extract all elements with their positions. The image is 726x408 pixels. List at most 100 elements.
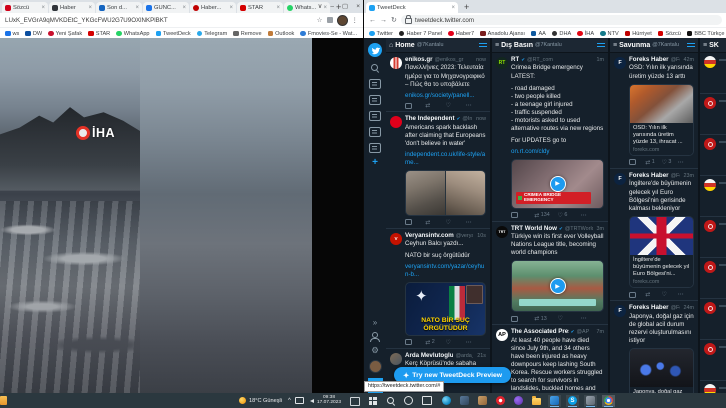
network-icon[interactable]	[295, 397, 304, 404]
tweet[interactable]	[700, 135, 726, 176]
tweet-media[interactable]	[405, 170, 486, 216]
play-icon[interactable]: ▶	[550, 176, 566, 192]
more-icon[interactable]: ⋯	[581, 212, 604, 219]
bookmark-item[interactable]: AA	[531, 31, 546, 37]
like-icon[interactable]: ♡	[446, 102, 466, 109]
column-shortcut-icon[interactable]	[369, 95, 381, 105]
like-icon[interactable]: ♡6	[558, 212, 581, 219]
tweet[interactable]: enikos.gr @enikos_gr now Πανελλήνιες 202…	[386, 53, 490, 112]
bookmark-item[interactable]: Haber7	[448, 31, 474, 37]
link-card[interactable]: İngiltere'de büyümenin gelecek yıl Euro …	[629, 216, 694, 288]
reply-icon[interactable]	[629, 292, 645, 298]
bookmark-item[interactable]: Telegram	[197, 31, 228, 37]
tweet-link[interactable]: enikos.gr/society/panell...	[405, 92, 486, 100]
bookmark-item[interactable]: TweetDeck	[156, 31, 191, 37]
taskbar-search-icon[interactable]	[384, 395, 397, 407]
paint-app-icon[interactable]	[548, 395, 561, 407]
reply-icon[interactable]	[405, 339, 425, 345]
tweet-author[interactable]: The Associated Press	[511, 328, 569, 335]
tweet[interactable]: V Veryansintv.com @veryansin... 10s Ceyh…	[386, 229, 490, 349]
column-settings-icon[interactable]	[597, 42, 605, 48]
retweet-icon[interactable]: ⇄	[425, 102, 445, 109]
retweet-icon[interactable]: ⇄2	[425, 339, 445, 346]
tweet[interactable]	[700, 53, 726, 94]
tweet[interactable]	[700, 340, 726, 381]
more-icon[interactable]: ⋯	[466, 219, 486, 226]
gear-icon[interactable]: ⚙	[371, 346, 379, 355]
video-player[interactable]: İHA	[0, 38, 312, 393]
bookmark-item[interactable]: Remove	[233, 31, 261, 37]
bookmark-star-icon[interactable]: ☆	[317, 16, 323, 24]
chrome-icon[interactable]	[602, 395, 615, 407]
user-avatar[interactable]	[369, 360, 382, 373]
tweet[interactable]	[700, 217, 726, 258]
tweet[interactable]	[700, 176, 726, 217]
opera-icon[interactable]	[494, 395, 507, 407]
bookmark-item[interactable]: Hürriyet	[625, 31, 652, 37]
start-button[interactable]	[366, 395, 379, 407]
action-center-icon[interactable]	[350, 397, 360, 406]
tweet[interactable]: F Foreks Haber @ForeksTurkey 24m Japonya…	[610, 301, 698, 393]
bookmark-item[interactable]: ws	[5, 31, 19, 37]
tweet[interactable]: RT RT ✔ @RT_com 1m Crimea Bridge emergen…	[492, 53, 608, 222]
tweet-video[interactable]: ▶ CRIMEA BRIDGE EMERGENCY	[511, 159, 604, 209]
hidden-icons-chevron[interactable]: ^	[288, 398, 291, 404]
retweet-icon[interactable]: ⇄134	[534, 212, 557, 219]
play-icon[interactable]: ▶	[550, 278, 566, 294]
tweet[interactable]: F Foreks Haber @ForeksTurkey 23m İngilte…	[610, 169, 698, 301]
tab-close-icon[interactable]: ×	[451, 5, 455, 11]
bookmark-item[interactable]: Twitter	[369, 31, 393, 37]
back-icon[interactable]: ←	[369, 17, 376, 24]
tab-close-icon[interactable]: ×	[182, 5, 186, 11]
address-bar[interactable]: tweetdeck.twitter.com	[401, 15, 722, 25]
weather-widget[interactable]: 18°C Güneşli	[239, 393, 282, 408]
reply-icon[interactable]	[629, 159, 645, 165]
tweet[interactable]	[700, 94, 726, 135]
tweet-media[interactable]: ✦ NATO BİR SUÇ ÖRGÜTÜDÜR	[405, 282, 486, 336]
tab-guncel[interactable]: GÜNC...×	[143, 2, 189, 13]
link-card[interactable]: OSD: Yılın ilk yarısında üretim yüzde 13…	[629, 84, 694, 156]
tab-close-icon[interactable]: ×	[229, 5, 233, 11]
like-icon[interactable]: ♡	[446, 339, 466, 346]
accounts-icon[interactable]	[370, 332, 380, 341]
tab-list-dropdown-icon[interactable]: ∨	[318, 2, 323, 10]
minimize-button[interactable]: –	[330, 3, 334, 10]
volume-icon[interactable]	[308, 399, 314, 403]
more-icon[interactable]: ⋯	[466, 102, 486, 109]
bookmark-item[interactable]: NTV	[600, 31, 619, 37]
tab-sondakika[interactable]: Son d...×	[96, 2, 142, 13]
retweet-icon[interactable]: ⇄	[425, 219, 445, 226]
bookmark-item[interactable]: DHA	[552, 31, 571, 37]
column-shortcut-icon[interactable]	[369, 127, 381, 137]
column-header[interactable]: ≡ SK	[700, 38, 726, 53]
tab-close-icon[interactable]: ×	[88, 5, 92, 11]
profile-avatar[interactable]	[337, 15, 348, 26]
reply-icon[interactable]	[405, 103, 425, 109]
more-icon[interactable]: ⋯	[678, 291, 694, 298]
tweet-author[interactable]: Foreks Haber	[629, 56, 669, 63]
tab-haber[interactable]: Haber×	[49, 2, 95, 13]
app-icon-purple[interactable]	[512, 395, 525, 407]
tab-star[interactable]: STAR×	[237, 2, 283, 13]
edge-icon[interactable]	[440, 395, 453, 407]
tweet-author[interactable]: Veryansintv.com	[405, 232, 454, 239]
column-settings-icon[interactable]	[479, 42, 487, 48]
like-icon[interactable]: ♡	[558, 315, 581, 322]
tweet-video[interactable]: ▶	[511, 260, 604, 312]
forward-icon[interactable]: →	[380, 17, 387, 24]
bookmark-item[interactable]: Outlook	[268, 31, 295, 37]
bookmark-item[interactable]: WhatsApp	[116, 31, 149, 37]
reply-icon[interactable]	[511, 316, 534, 322]
tab-sozcu[interactable]: Sözcü×	[2, 2, 48, 13]
cortana-icon[interactable]	[402, 395, 415, 407]
more-icon[interactable]: ⋯	[581, 315, 604, 322]
word-icon[interactable]	[584, 395, 597, 407]
browser-menu-icon[interactable]: ⋮	[352, 16, 359, 24]
tweet[interactable]: TRT TRT World Now ✔ @TRTWorld... 3m Türk…	[492, 222, 608, 326]
tweet-author[interactable]: RT	[511, 56, 519, 63]
bookmark-item[interactable]: Fmovies-Se - Wat...	[300, 31, 357, 37]
tweet[interactable]: The Independent ✔ @Indepe... now America…	[386, 112, 490, 228]
bookmark-item[interactable]: İHA	[577, 31, 594, 37]
more-icon[interactable]: ⋯	[466, 339, 486, 346]
tweet-link[interactable]: on.rt.com/cldy	[511, 148, 604, 156]
